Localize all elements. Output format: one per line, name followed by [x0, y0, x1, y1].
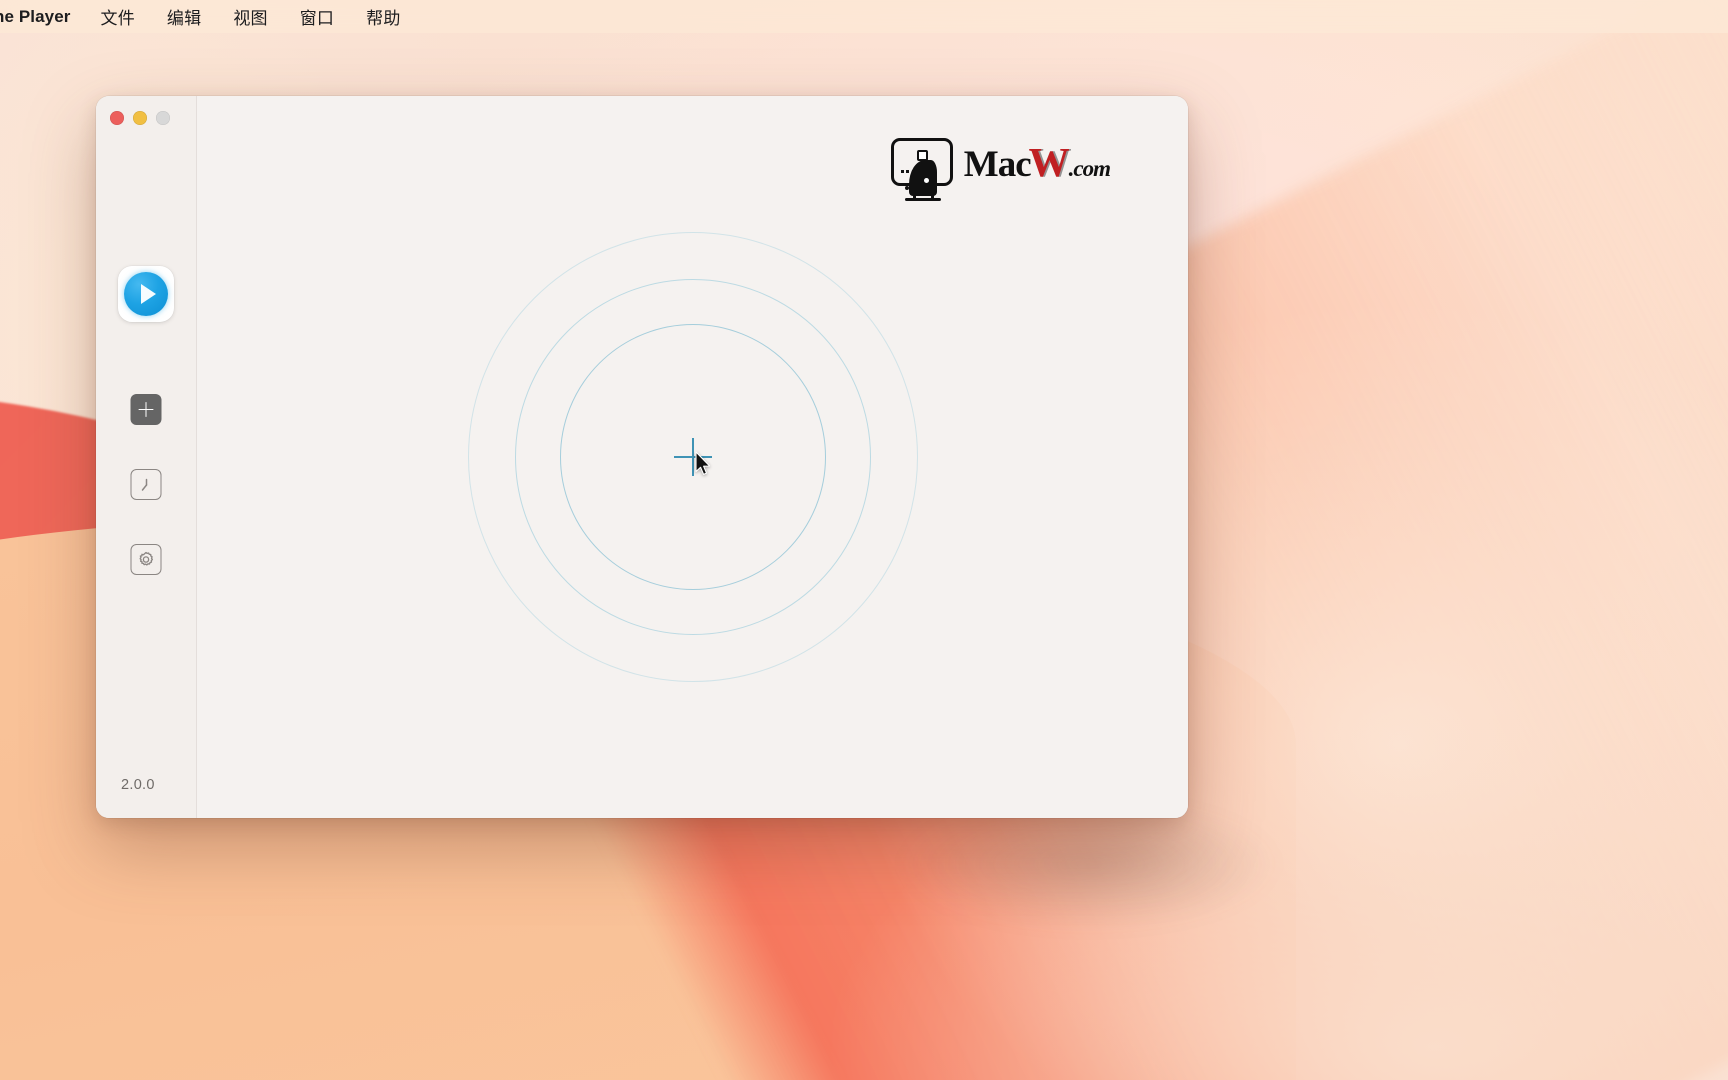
dog-leg-right — [930, 188, 934, 198]
menu-file[interactable]: 文件 — [85, 4, 151, 29]
play-logo-disc — [124, 272, 168, 316]
mouse-pointer-icon — [694, 451, 710, 475]
version-label: 2.0.0 — [121, 777, 155, 793]
macw-monitor-icon — [890, 138, 953, 201]
dog-base — [904, 197, 941, 201]
macw-wordmark: Mac W .com — [963, 138, 1111, 185]
dog-leg-left — [912, 188, 916, 198]
window-controls — [110, 111, 170, 125]
play-triangle-icon — [140, 284, 156, 304]
macw-watermark: Mac W .com — [890, 138, 1111, 201]
crosshair-vertical — [691, 438, 694, 476]
menu-help[interactable]: 帮助 — [350, 4, 416, 29]
timer-button[interactable] — [130, 469, 162, 500]
close-button[interactable] — [110, 111, 124, 125]
macw-brand-text: Mac — [963, 143, 1032, 185]
macw-dotcom-text: .com — [1068, 155, 1111, 181]
menu-app-name[interactable]: he Player — [0, 7, 85, 27]
settings-button[interactable] — [130, 544, 162, 575]
menu-edit[interactable]: 编辑 — [151, 4, 217, 29]
minimize-button[interactable] — [133, 111, 147, 125]
menu-bar: he Player 文件 编辑 视图 窗口 帮助 — [0, 0, 1728, 33]
monitor-foot-dot — [904, 186, 909, 190]
add-button[interactable] — [130, 394, 162, 425]
content-area[interactable]: Mac W .com — [197, 96, 1188, 818]
sidebar: 2.0.0 — [96, 96, 197, 818]
menu-window[interactable]: 窗口 — [284, 4, 350, 29]
gear-icon — [139, 551, 154, 566]
timer-icon — [141, 478, 147, 491]
play-logo-icon[interactable] — [118, 266, 174, 322]
menu-view[interactable]: 视图 — [217, 4, 283, 29]
macw-w-letter: W — [1028, 138, 1070, 185]
desktop: he Player 文件 编辑 视图 窗口 帮助 2.0.0 Mac W .co… — [0, 0, 1728, 1080]
dog-eye — [923, 178, 929, 183]
wallpaper-smudge — [898, 799, 1279, 929]
app-window: 2.0.0 Mac W .com — [96, 96, 1188, 818]
zoom-button[interactable] — [156, 111, 170, 125]
